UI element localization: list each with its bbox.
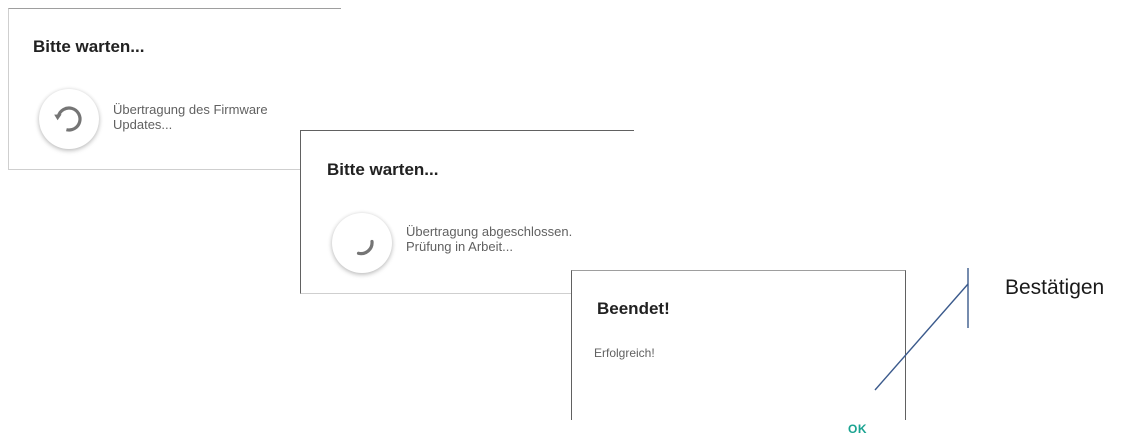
dialog-title: Beendet! [597, 299, 670, 318]
completion-dialog: Beendet! Erfolgreich! OK [571, 270, 906, 436]
message-line: Prüfung in Arbeit... [406, 239, 513, 254]
callout-label: Bestätigen [1005, 276, 1105, 299]
message-line: Übertragung des Firmware [113, 102, 268, 117]
message-line: Übertragung abgeschlossen. [406, 224, 573, 239]
dialog-message: Übertragung abgeschlossen. Prüfung in Ar… [406, 224, 572, 254]
message-line: Updates... [113, 117, 173, 132]
dialog-message: Erfolgreich! [594, 346, 655, 360]
loading-spinner-icon [39, 89, 99, 149]
dialog-title: Bitte warten... [327, 160, 439, 179]
progress-dialog-upload: Bitte warten... Übertragung des Firmware… [8, 8, 341, 170]
dialog-title: Bitte warten... [33, 37, 145, 56]
ok-button[interactable]: OK [848, 422, 867, 436]
dialog-message: Übertragung des Firmware Updates... [113, 102, 268, 132]
loading-spinner-icon [332, 213, 392, 273]
